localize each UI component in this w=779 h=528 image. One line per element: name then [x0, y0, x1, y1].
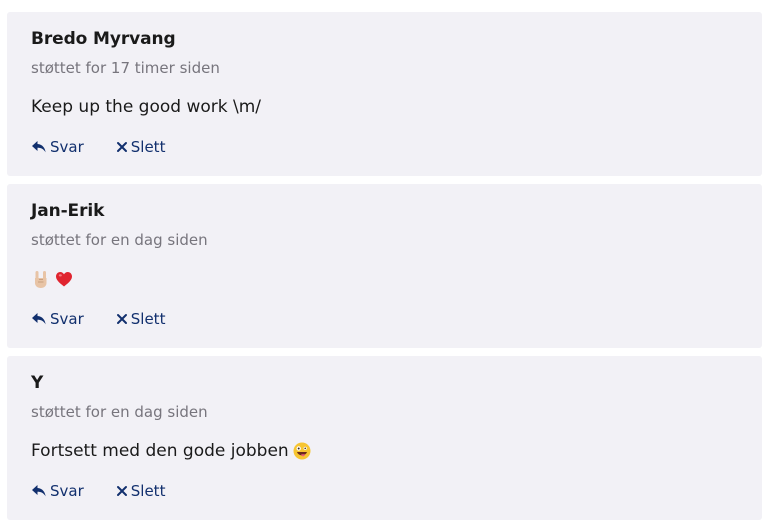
comment-timestamp: støttet for en dag siden — [31, 403, 208, 421]
reply-label: Svar — [50, 138, 84, 156]
red-heart-icon — [54, 269, 74, 289]
reply-label: Svar — [50, 482, 84, 500]
delete-button[interactable]: Slett — [116, 138, 166, 156]
comment-author: Bredo Myrvang — [31, 29, 176, 49]
comment-text: Keep up the good work \m/ — [31, 97, 262, 117]
comment-actions: Svar Slett — [31, 482, 165, 500]
delete-button[interactable]: Slett — [116, 482, 166, 500]
comment-list: Bredo Myrvang støttet for 17 timer siden… — [0, 0, 779, 528]
comment-card: Y støttet for en dag siden Fortsett med … — [7, 356, 762, 520]
comment-text: Fortsett med den gode jobben — [31, 441, 289, 461]
comment-author: Jan-Erik — [31, 201, 105, 221]
comment-author: Y — [31, 373, 44, 393]
zany-face-icon — [292, 441, 312, 461]
reply-arrow-icon — [32, 313, 46, 325]
comment-card: Jan-Erik støttet for en dag siden Svar S… — [7, 184, 762, 348]
delete-button[interactable]: Slett — [116, 310, 166, 328]
delete-label: Slett — [130, 138, 166, 156]
comment-card: Bredo Myrvang støttet for 17 timer siden… — [7, 12, 762, 176]
reply-arrow-icon — [32, 141, 46, 153]
rock-on-hand-icon — [31, 269, 51, 289]
reply-button[interactable]: Svar — [31, 310, 84, 328]
comment-message: Keep up the good work \m/ — [31, 97, 261, 117]
delete-label: Slett — [130, 310, 166, 328]
comment-message: Fortsett med den gode jobben — [31, 441, 312, 461]
comment-actions: Svar Slett — [31, 138, 165, 156]
delete-label: Slett — [130, 482, 166, 500]
comment-timestamp: støttet for 17 timer siden — [31, 59, 220, 77]
comment-message — [31, 269, 74, 289]
reply-label: Svar — [50, 310, 84, 328]
close-x-icon — [116, 314, 127, 324]
reply-button[interactable]: Svar — [31, 482, 84, 500]
close-x-icon — [116, 142, 127, 152]
reply-button[interactable]: Svar — [31, 138, 84, 156]
close-x-icon — [116, 486, 127, 496]
comment-actions: Svar Slett — [31, 310, 165, 328]
comment-timestamp: støttet for en dag siden — [31, 231, 208, 249]
reply-arrow-icon — [32, 485, 46, 497]
